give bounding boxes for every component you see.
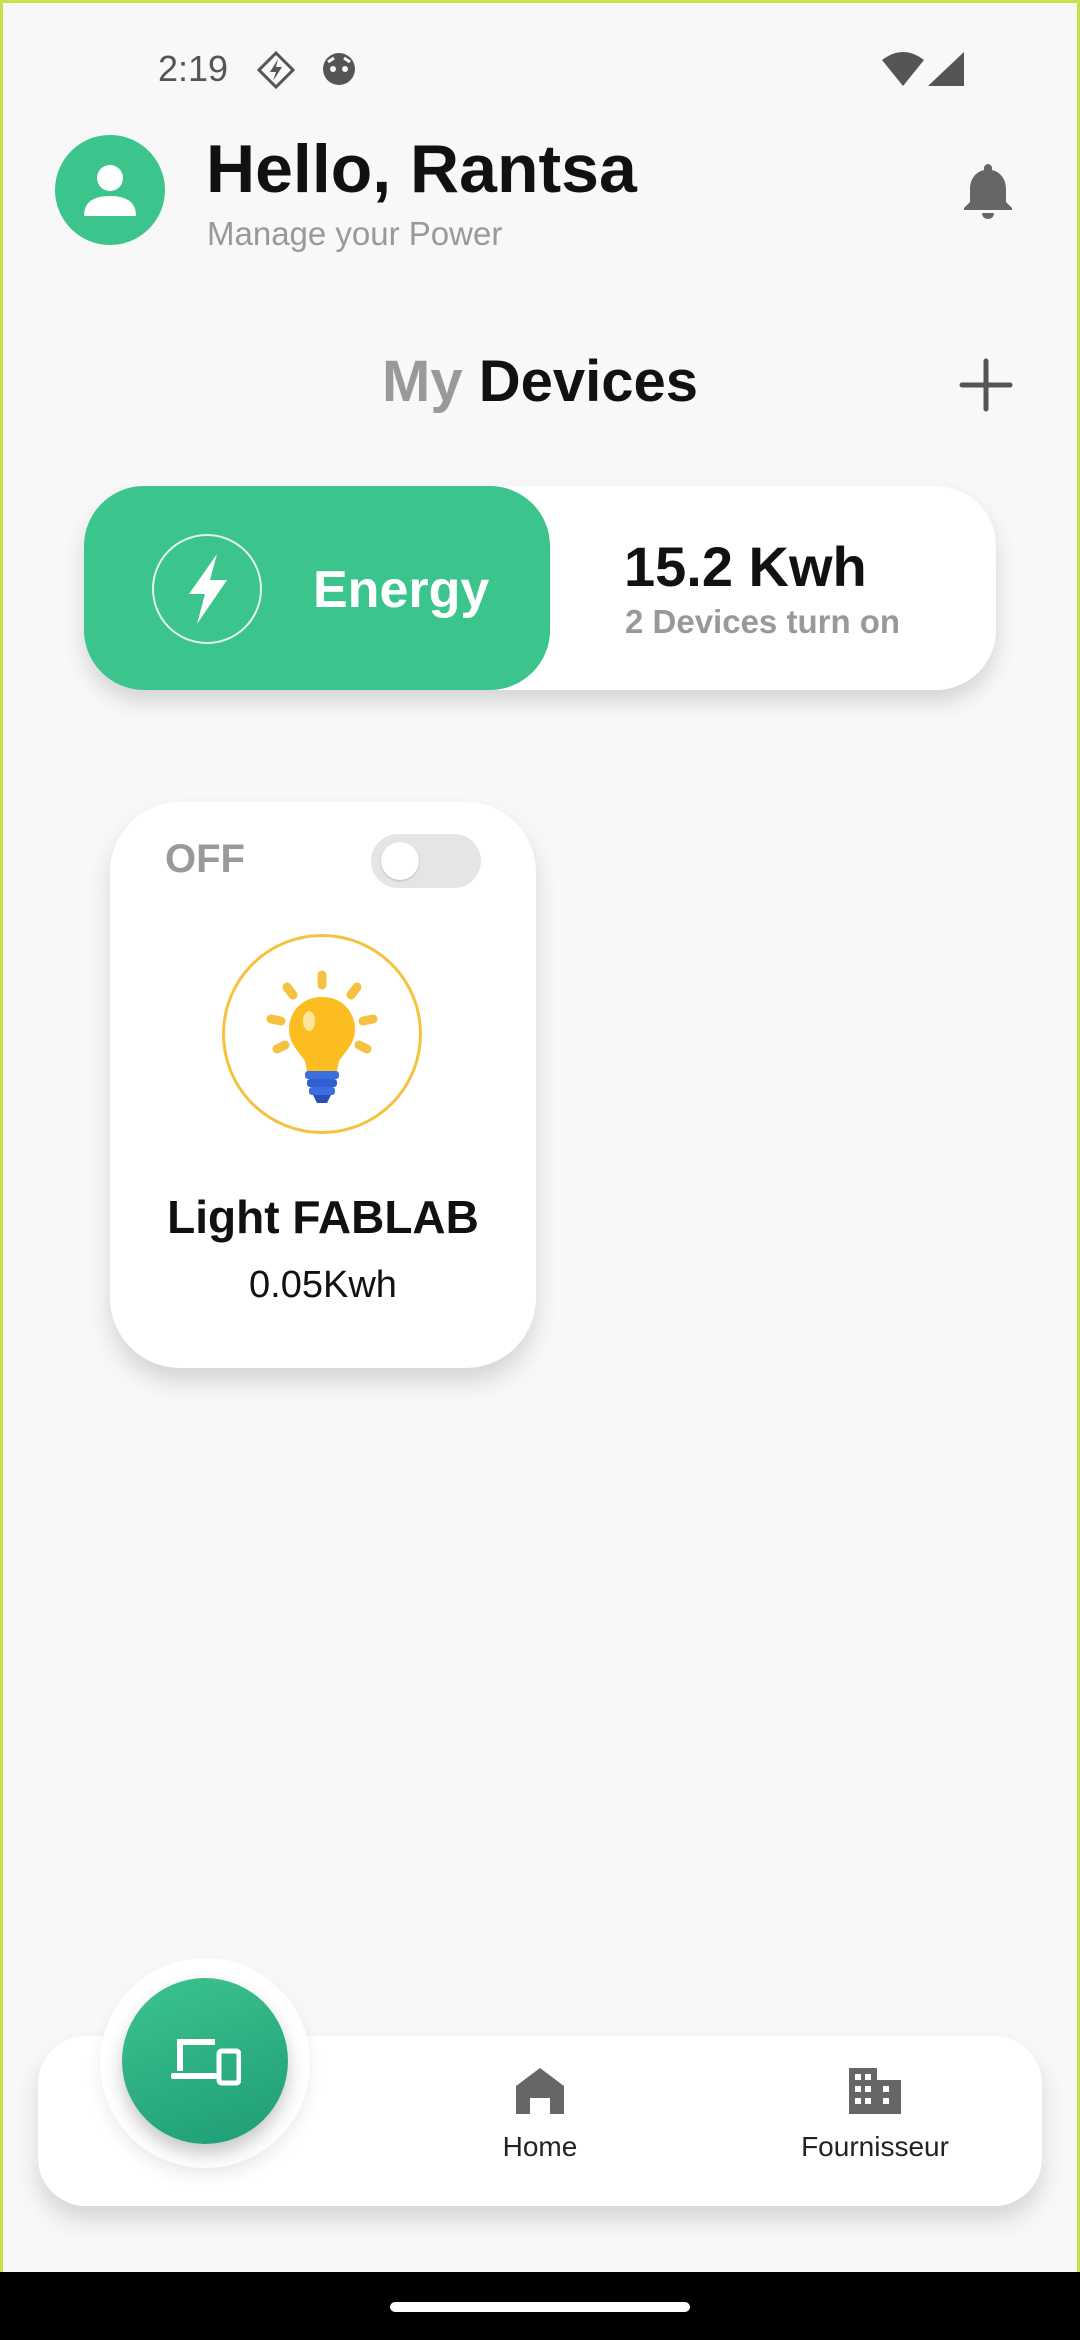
device-name: Light FABLAB xyxy=(167,1191,479,1243)
greeting-title: Hello, Rantsa xyxy=(206,131,637,207)
nav-fournisseur[interactable]: Fournisseur xyxy=(765,2066,985,2163)
add-device-button[interactable] xyxy=(956,355,1016,415)
greeting-subtitle: Manage your Power xyxy=(207,215,503,252)
section-title: My Devices xyxy=(0,348,1080,415)
device-power-toggle[interactable] xyxy=(371,834,481,888)
devices-icon xyxy=(171,2039,241,2086)
plus-icon xyxy=(959,358,1013,412)
nav-home-label: Home xyxy=(502,2131,578,2162)
lightbulb-icon xyxy=(222,934,422,1134)
device-usage: 0.05Kwh xyxy=(249,1264,397,1306)
home-indicator[interactable] xyxy=(390,2302,690,2312)
person-icon xyxy=(84,165,136,216)
status-time: 2:19 xyxy=(158,48,229,89)
section-title-main: Devices xyxy=(478,349,698,414)
app-notification-icon xyxy=(320,50,358,88)
bell-icon[interactable] xyxy=(960,160,1016,220)
toggle-knob xyxy=(381,842,419,880)
device-status-label: OFF xyxy=(165,837,245,881)
energy-summary-card[interactable]: Energy 15.2 Kwh 2 Devices turn on xyxy=(84,486,996,690)
devices-fab-button[interactable] xyxy=(122,1978,288,2144)
home-icon xyxy=(516,2068,564,2114)
building-icon xyxy=(849,2068,901,2114)
energy-label: Energy xyxy=(313,561,490,619)
devices-on-count: 2 Devices turn on xyxy=(625,603,901,640)
section-title-prefix: My xyxy=(382,349,463,414)
device-card[interactable]: OFF Light FABLAB 0.05Kwh xyxy=(110,802,536,1368)
bolt-notification-icon xyxy=(256,50,296,90)
energy-total-value: 15.2 Kwh xyxy=(624,535,867,598)
avatar[interactable] xyxy=(55,135,165,245)
wifi-icon xyxy=(882,52,924,91)
nav-home[interactable]: Home xyxy=(430,2066,650,2163)
nav-fournisseur-label: Fournisseur xyxy=(801,2131,949,2162)
energy-pill: Energy xyxy=(84,486,550,690)
bolt-icon xyxy=(152,534,262,644)
signal-icon xyxy=(928,52,964,91)
